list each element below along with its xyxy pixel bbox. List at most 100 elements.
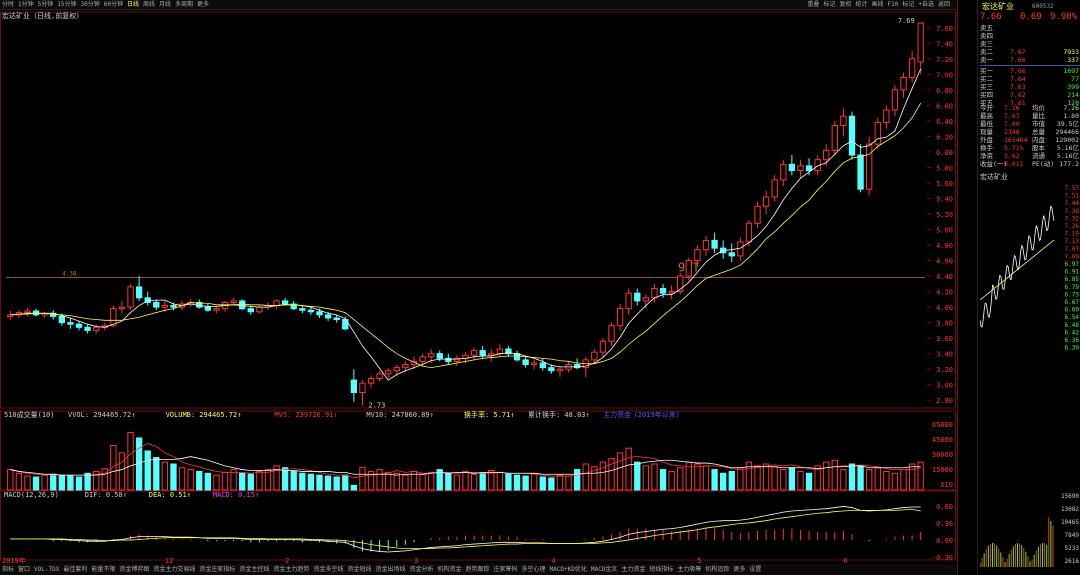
candle-body[interactable] (75, 323, 83, 328)
candle-body[interactable] (127, 286, 134, 308)
ask-row[interactable]: 卖四 (980, 32, 1080, 40)
candle-body[interactable] (299, 308, 306, 311)
period-tab[interactable]: 日线 (125, 0, 141, 9)
candle-body[interactable] (67, 322, 74, 325)
toolbar-button[interactable]: 统计 (853, 0, 869, 9)
candle-body[interactable] (591, 351, 598, 361)
candle-body[interactable] (745, 222, 753, 243)
indicator-tab[interactable]: 资金博弈图 (117, 566, 151, 573)
candle-body[interactable] (488, 353, 495, 356)
toolbar-button[interactable]: 标记 (900, 0, 916, 9)
candle-body[interactable] (771, 179, 778, 198)
candle-body[interactable] (135, 286, 143, 299)
toolbar-button[interactable]: F10 (886, 0, 901, 9)
candle-body[interactable] (419, 356, 426, 362)
toolbar-button[interactable]: 重叠 (805, 0, 821, 9)
period-tab[interactable]: 分时 (0, 0, 16, 9)
candle-body[interactable] (651, 287, 658, 299)
indicator-tab[interactable]: MACD+KD优化 (548, 566, 589, 573)
candle-body[interactable] (239, 300, 246, 310)
candle-body[interactable] (324, 314, 332, 319)
candle-body[interactable] (359, 382, 366, 393)
candle-body[interactable] (376, 373, 383, 380)
period-tab[interactable]: 多周期 (173, 0, 195, 9)
indicator-tab[interactable]: 更多 (731, 566, 747, 573)
candle-body[interactable] (599, 340, 607, 353)
candle-body[interactable] (213, 308, 220, 311)
indicator-tab[interactable]: 设置 (747, 566, 763, 573)
candle-body[interactable] (728, 252, 735, 257)
candle-body[interactable] (883, 109, 890, 123)
period-tab[interactable]: 周线 (141, 0, 157, 9)
indicator-tab[interactable]: 能量不限 (89, 566, 117, 573)
candle-body[interactable] (393, 367, 400, 372)
candle-body[interactable] (522, 359, 529, 366)
bid-row[interactable]: 买三 7.63 399 (980, 83, 1080, 91)
indicator-tab[interactable]: 资金主力交易线 (151, 566, 197, 573)
candle-body[interactable] (84, 326, 91, 331)
candle-body[interactable] (702, 239, 710, 251)
indicator-tab[interactable]: 机构追踪 (703, 566, 731, 573)
indicator-tab[interactable]: 资金分析 (407, 566, 435, 573)
candle-body[interactable] (634, 292, 641, 302)
ask-row[interactable]: 卖一 7.66 337 (980, 56, 1080, 64)
bid-row[interactable]: 买四 7.62 214 (980, 91, 1080, 99)
indicator-tab[interactable]: 机构资金 (436, 566, 464, 573)
indicator-tab[interactable]: 多空心理 (520, 566, 548, 573)
candle-body[interactable] (531, 362, 538, 366)
intraday-chart[interactable]: 7.577.517.447.387.327.267.197.137.077.00… (980, 182, 1080, 572)
period-tab[interactable]: 30分钟 (79, 0, 102, 9)
ask-row[interactable]: 卖三 (980, 40, 1080, 48)
candle-body[interactable] (350, 379, 358, 393)
period-tab[interactable]: 15分钟 (55, 0, 78, 9)
candle-body[interactable] (256, 306, 263, 313)
candle-body[interactable] (848, 115, 856, 156)
candle-body[interactable] (247, 308, 254, 313)
candle-body[interactable] (737, 241, 744, 257)
candle-body[interactable] (866, 143, 873, 190)
period-tab[interactable]: 60分钟 (102, 0, 125, 9)
candle-body[interactable] (170, 305, 177, 308)
indicator-tab[interactable]: MACD金叉 (589, 566, 619, 573)
candle-body[interactable] (548, 367, 555, 372)
candle-body[interactable] (659, 287, 667, 294)
indicator-tab[interactable]: 资金出场线 (373, 566, 407, 573)
candle-body[interactable] (908, 58, 916, 78)
candle-body[interactable] (333, 317, 340, 321)
candle-body[interactable] (608, 325, 615, 342)
indicator-tab[interactable]: 资金主力趋势 (271, 566, 311, 573)
candle-body[interactable] (874, 121, 881, 145)
candle-body[interactable] (273, 300, 280, 307)
candle-body[interactable] (470, 350, 478, 356)
candle-body[interactable] (153, 301, 160, 308)
bid-row[interactable]: 买二 7.64 77 (980, 75, 1080, 83)
period-tab[interactable]: 更多 (195, 0, 211, 9)
indicator-tab[interactable]: 资金多空线 (311, 566, 345, 573)
toolbar-button[interactable]: 画线 (869, 0, 885, 9)
candle-body[interactable] (797, 165, 804, 172)
candle-body[interactable] (24, 310, 31, 314)
candle-body[interactable] (93, 326, 100, 331)
toolbar-button[interactable]: 标记 (821, 0, 837, 9)
candle-body[interactable] (668, 291, 675, 294)
period-tab[interactable]: 月线 (157, 0, 173, 9)
candle-body[interactable] (385, 370, 392, 375)
period-tab[interactable]: 5分钟 (36, 0, 56, 9)
kline-chart[interactable]: 7.60 7.40 7.20 7.00 6.80 6.60 6.40 6.20 6.00 5.80… (0, 10, 956, 564)
candle-body[interactable] (496, 348, 504, 355)
candle-body[interactable] (900, 76, 907, 91)
candle-body[interactable] (367, 378, 375, 384)
indicator-tab[interactable]: 资金庄家指标 (197, 566, 237, 573)
candle-body[interactable] (427, 353, 435, 358)
candle-body[interactable] (625, 292, 632, 310)
candle-body[interactable] (831, 125, 838, 151)
candle-body[interactable] (805, 165, 813, 172)
candle-body[interactable] (307, 309, 315, 313)
candle-body[interactable] (857, 154, 864, 190)
indicator-tab[interactable]: 庄家筹码 (492, 566, 520, 573)
indicator-tab[interactable]: 窗口 (16, 566, 32, 573)
candle-body[interactable] (694, 249, 701, 262)
indicator-tab[interactable]: 主力吸筹 (675, 566, 703, 573)
period-tab[interactable]: 1分钟 (16, 0, 36, 9)
candle-body[interactable] (762, 196, 770, 207)
